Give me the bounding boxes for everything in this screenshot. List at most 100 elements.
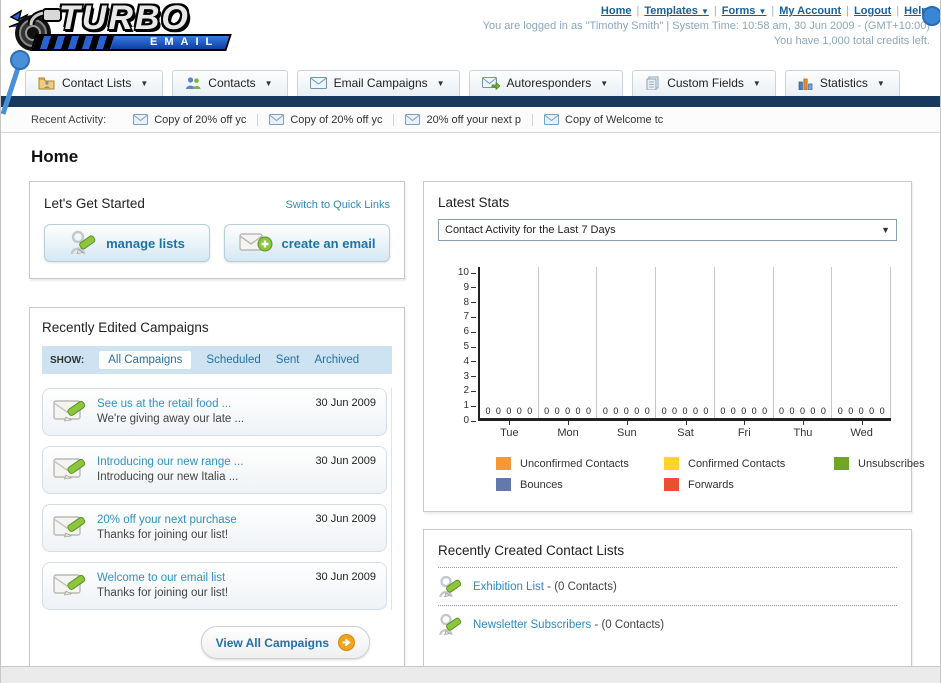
data-label: 0 — [644, 406, 650, 416]
chevron-down-icon: ▼ — [140, 78, 149, 88]
envelope-icon — [405, 114, 421, 125]
menu-link-logout[interactable]: Logout — [854, 5, 891, 17]
data-label: 0 — [565, 406, 571, 416]
legend-item: Unconfirmed Contacts — [496, 457, 664, 470]
get-started-title: Let's Get Started — [44, 196, 145, 211]
data-label: 0 — [506, 406, 512, 416]
data-label: 0 — [585, 406, 591, 416]
campaign-edit-icon — [53, 455, 87, 481]
menu-link-home[interactable]: Home — [601, 5, 632, 17]
menu-link-forms[interactable]: Forms ▼ — [722, 5, 767, 17]
campaign-subject: Thanks for joining our list! — [97, 587, 229, 599]
campaign-date: 30 Jun 2009 — [315, 397, 376, 409]
switch-quick-links-link[interactable]: Switch to Quick Links — [285, 199, 390, 211]
data-label: 0 — [789, 406, 795, 416]
create-an-email-button[interactable]: create an email — [224, 224, 390, 262]
stats-report-select[interactable]: Contact Activity for the Last 7 Days ▼ — [438, 219, 897, 241]
menu-link-templates[interactable]: Templates ▼ — [644, 5, 709, 17]
recent-activity-item[interactable]: Copy of 20% off yc — [122, 114, 257, 126]
header-right: Home | Templates ▼ | Forms ▼ | My Account | Logo… — [482, 4, 940, 49]
latest-stats-panel: Latest Stats Contact Activity for the La… — [423, 181, 925, 512]
tab-contacts[interactable]: Contacts ▼ — [172, 70, 288, 96]
legend-swatch-icon — [834, 457, 849, 470]
campaign-edit-icon — [53, 513, 87, 539]
menu-link-my-account[interactable]: My Account — [779, 5, 841, 17]
legend-item: Unsubscribes — [834, 457, 925, 470]
data-label: 0 — [720, 406, 726, 416]
campaign-title-link[interactable]: 20% off your next purchase — [97, 513, 299, 528]
data-label: 0 — [837, 406, 843, 416]
legend-swatch-icon — [496, 457, 511, 470]
contact-list-link[interactable]: Exhibition List — [473, 581, 544, 593]
campaign-edit-icon — [53, 571, 87, 597]
folder-contacts-icon — [38, 76, 55, 90]
view-all-campaigns-button[interactable]: View All Campaigns — [200, 626, 370, 659]
contact-list-item[interactable]: Exhibition List - (0 Contacts) — [438, 568, 897, 605]
campaign-date: 30 Jun 2009 — [315, 571, 376, 583]
campaign-card[interactable]: Welcome to our email list Thanks for joi… — [42, 562, 387, 610]
data-label: 0 — [634, 406, 640, 416]
data-label: 0 — [730, 406, 736, 416]
create-email-icon — [238, 231, 273, 255]
campaign-list: See us at the retail food ... We're givi… — [42, 388, 392, 610]
chart-category-column: 00000 — [656, 267, 715, 418]
tab-custom-fields[interactable]: Custom Fields ▼ — [632, 70, 776, 96]
recent-activity-bar: Recent Activity: Copy of 20% off yc Copy… — [1, 107, 940, 133]
get-started-panel: Let's Get Started Switch to Quick Links … — [29, 181, 405, 279]
filter-archived[interactable]: Archived — [314, 354, 359, 366]
nav-divider-bar — [1, 96, 940, 107]
campaign-title-link[interactable]: Welcome to our email list — [97, 571, 299, 586]
campaign-date: 30 Jun 2009 — [315, 513, 376, 525]
top-menu: Home | Templates ▼ | Forms ▼ | My Account | Logo… — [600, 5, 928, 17]
tab-autoresponders[interactable]: Autoresponders ▼ — [468, 70, 624, 96]
statistics-icon — [798, 77, 813, 90]
legend-swatch-icon — [496, 478, 511, 491]
x-tick-label: Sat — [656, 421, 715, 439]
recent-activity-label: Recent Activity: — [31, 113, 107, 126]
filter-all-campaigns[interactable]: All Campaigns — [99, 351, 192, 369]
tab-contact-lists[interactable]: Contact Lists ▼ — [25, 70, 164, 96]
data-label: 0 — [602, 406, 608, 416]
data-label: 0 — [820, 406, 826, 416]
legend-item: Confirmed Contacts — [664, 457, 834, 470]
contact-list-link[interactable]: Newsletter Subscribers — [473, 619, 591, 631]
recent-activity-item[interactable]: Copy of Welcome tc — [532, 113, 674, 126]
campaign-card[interactable]: See us at the retail food ... We're givi… — [42, 388, 387, 436]
filter-scheduled[interactable]: Scheduled — [206, 354, 260, 366]
campaigns-title: Recently Edited Campaigns — [42, 320, 209, 335]
recent-activity-item[interactable]: Copy of 20% off yc — [257, 113, 393, 126]
main-nav: Contact Lists ▼ Contacts ▼ Email Campaig… — [1, 66, 940, 96]
custom-fields-icon — [645, 76, 660, 90]
session-info: You are logged in as "Timothy Smith" | S… — [482, 20, 930, 32]
campaign-subject: Thanks for joining our list! — [97, 529, 229, 541]
contact-list-item[interactable]: Newsletter Subscribers - (0 Contacts) — [438, 606, 897, 643]
data-label: 0 — [741, 406, 747, 416]
campaign-card[interactable]: 20% off your next purchase Thanks for jo… — [42, 504, 387, 552]
campaign-card[interactable]: Introducing our new range ... Introducin… — [42, 446, 387, 494]
tab-email-campaigns[interactable]: Email Campaigns ▼ — [296, 70, 460, 96]
y-tick-label: 8 — [463, 297, 476, 308]
help-bubble-icon[interactable] — [922, 6, 940, 26]
campaign-subject: Introducing our new Italia ... — [97, 471, 239, 483]
legend-swatch-icon — [664, 478, 679, 491]
y-tick-label: 3 — [463, 371, 476, 382]
autoresponder-icon — [481, 76, 500, 90]
x-tick-label: Thu — [774, 421, 833, 439]
manage-lists-button[interactable]: manage lists — [44, 224, 210, 262]
legend-item: Bounces — [496, 478, 664, 491]
contact-list-count: - (0 Contacts) — [594, 619, 665, 631]
tab-statistics[interactable]: Statistics ▼ — [784, 70, 900, 96]
recent-campaigns-panel: Recently Edited Campaigns SHOW: All Camp… — [29, 307, 405, 676]
filter-sent[interactable]: Sent — [276, 354, 300, 366]
recent-activity-item[interactable]: 20% off your next p — [393, 113, 532, 126]
chart-x-axis: Tue Mon Sun Sat Fri Thu Wed — [480, 421, 891, 439]
envelope-icon — [133, 114, 149, 125]
campaign-title-link[interactable]: Introducing our new range ... — [97, 455, 299, 470]
chart-category-column: 00000 — [480, 267, 539, 418]
data-label: 0 — [762, 406, 768, 416]
y-tick-label: 7 — [463, 312, 476, 322]
data-label: 0 — [544, 406, 550, 416]
y-tick-label: 2 — [463, 386, 476, 396]
chart-category-column: 00000 — [539, 267, 598, 418]
campaign-title-link[interactable]: See us at the retail food ... — [97, 397, 299, 412]
